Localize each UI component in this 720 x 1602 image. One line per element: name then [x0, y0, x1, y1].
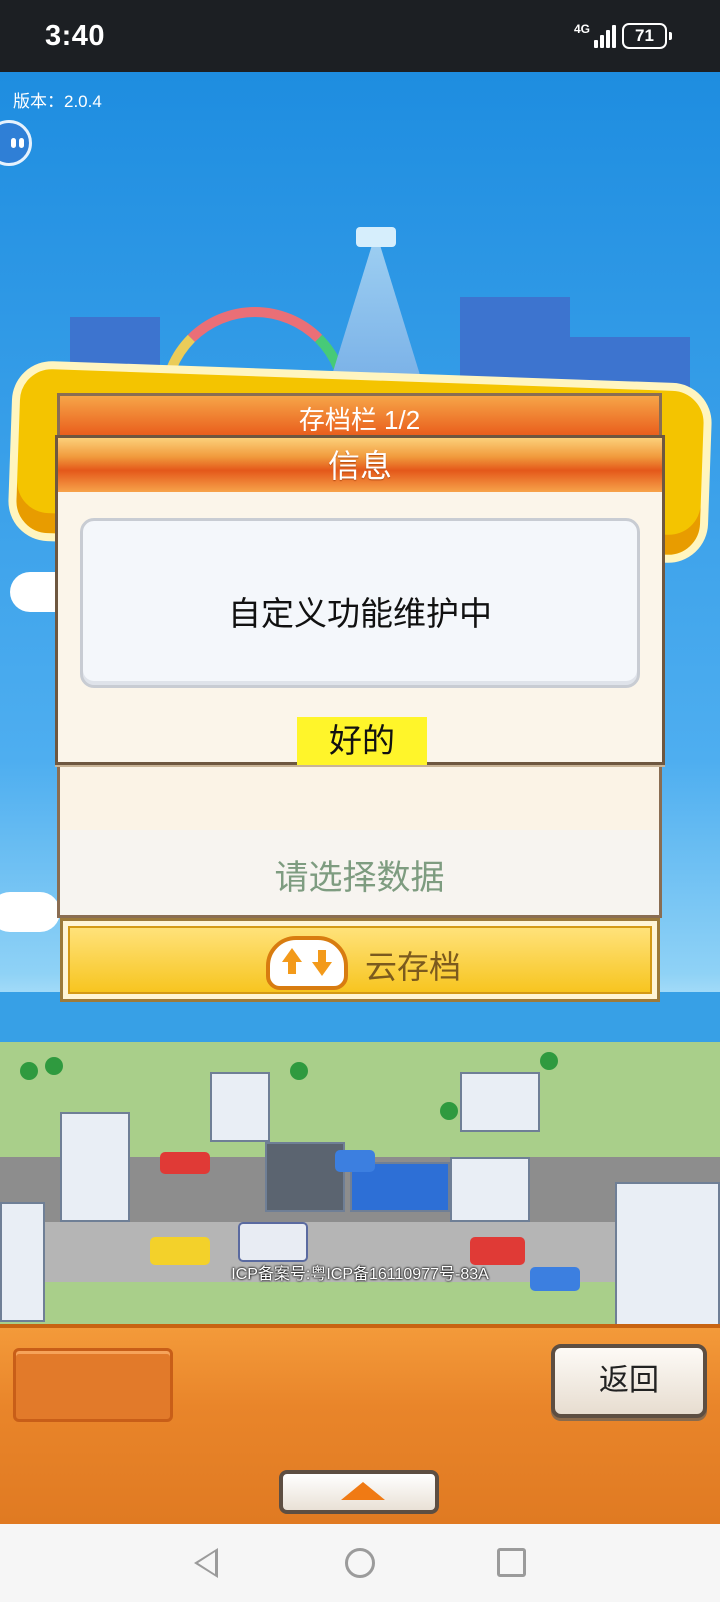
tree: [440, 1102, 458, 1120]
car: [160, 1152, 210, 1174]
tower-top: [356, 227, 396, 247]
triangle-up-icon: [341, 1482, 385, 1500]
tree: [290, 1062, 308, 1080]
signal-icon: [594, 24, 616, 48]
city-building: [615, 1182, 720, 1324]
version-label: 版本：2.0.4: [13, 92, 102, 111]
floating-assistant-button[interactable]: [0, 120, 32, 166]
dialog-title: 信息: [58, 438, 662, 492]
city-building: [265, 1142, 345, 1212]
city-building: [210, 1072, 270, 1142]
cloud-save-button[interactable]: 云存档: [60, 918, 660, 1002]
ok-button[interactable]: 好的: [297, 717, 427, 765]
truck: [238, 1222, 308, 1262]
select-data-prompt: 请选择数据: [274, 859, 445, 897]
tree: [20, 1062, 38, 1080]
battery-icon: 71: [622, 23, 672, 49]
battery-level: 71: [635, 26, 654, 45]
dialog-message: 自定义功能维护中: [228, 595, 492, 632]
icp-record-text: ICP备案号:粤ICP备16110977号-83A: [231, 1266, 489, 1283]
network-type: 4G: [574, 22, 591, 36]
city-building: [60, 1112, 130, 1222]
select-data-row[interactable]: 请选择数据: [57, 830, 662, 918]
save-slot-panel-title: 存档栏 1/2: [60, 396, 659, 436]
back-button[interactable]: 返回: [551, 1344, 707, 1418]
dialog-message-box: 自定义功能维护中: [80, 518, 640, 688]
tree: [540, 1052, 558, 1070]
cloud-sync-icon: [266, 936, 348, 990]
car: [335, 1150, 375, 1172]
expand-up-button[interactable]: [279, 1470, 439, 1514]
info-box: [13, 1348, 173, 1422]
info-dialog: 信息 自定义功能维护中 好的: [55, 435, 665, 765]
cloud-save-label: 云存档: [365, 949, 462, 985]
city-building: [450, 1157, 530, 1222]
bottom-panel: 返回: [0, 1324, 720, 1524]
navigation-bar: [0, 1524, 720, 1602]
status-time: 3:40: [45, 20, 106, 52]
cloud: [0, 892, 60, 932]
recents-square-icon[interactable]: [497, 1548, 526, 1577]
status-bar: 3:40 4G 71: [0, 0, 720, 72]
city-building: [460, 1072, 540, 1132]
home-circle-icon[interactable]: [345, 1548, 375, 1578]
tree: [45, 1057, 63, 1075]
back-triangle-icon[interactable]: [194, 1548, 218, 1578]
